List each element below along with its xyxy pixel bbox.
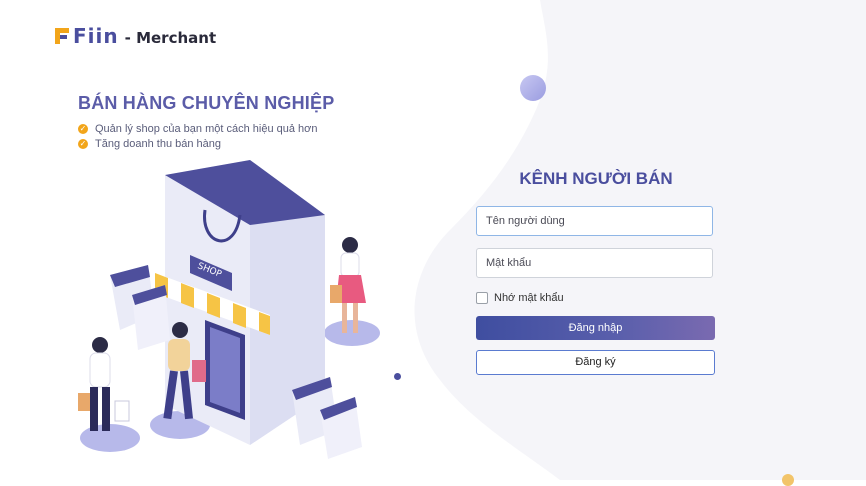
promo-bullet: ✓ Quản lý shop của bạn một cách hiệu quả …: [78, 121, 317, 136]
promo-bullet-text: Tăng doanh thu bán hàng: [95, 137, 222, 150]
brand-name: Fiin: [73, 24, 119, 48]
login-button[interactable]: Đăng nhập: [476, 316, 715, 340]
promo-bullet-text: Quản lý shop của bạn một cách hiệu quả h…: [95, 122, 318, 135]
decor-circle: [520, 75, 546, 101]
brand-suffix: - Merchant: [124, 29, 217, 47]
promo-bullets: ✓ Quản lý shop của bạn một cách hiệu quả …: [78, 121, 317, 151]
check-circle-icon: ✓: [78, 123, 88, 134]
checkbox-box[interactable]: [476, 292, 488, 304]
decor-dot: [394, 373, 401, 380]
brand-mark-icon: [55, 28, 69, 44]
register-button[interactable]: Đăng ký: [476, 350, 715, 375]
brand-logo[interactable]: Fiin - Merchant: [55, 24, 216, 48]
remember-me-label: Nhớ mật khẩu: [494, 292, 564, 304]
remember-me-checkbox[interactable]: Nhớ mật khẩu: [476, 292, 564, 304]
shop-illustration: SHOP: [78, 160, 380, 459]
check-circle-icon: ✓: [78, 138, 88, 149]
username-input[interactable]: [476, 206, 713, 236]
promo-bullet: ✓ Tăng doanh thu bán hàng: [78, 136, 317, 151]
decor-dot: [782, 474, 794, 486]
password-input[interactable]: [476, 248, 713, 278]
promo-headline: BÁN HÀNG CHUYÊN NGHIỆP: [78, 93, 335, 113]
form-title: KÊNH NGƯỜI BÁN: [519, 169, 673, 188]
